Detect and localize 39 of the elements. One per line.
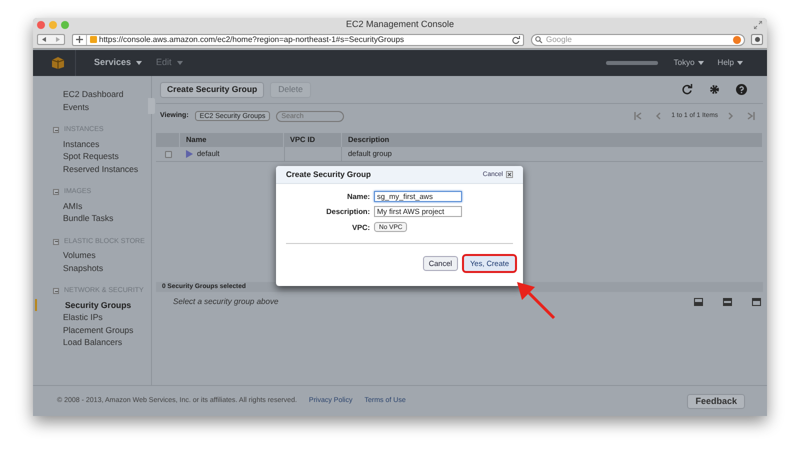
sidebar-item[interactable]: Spot Requests xyxy=(33,150,151,162)
fullscreen-icon[interactable] xyxy=(754,21,762,29)
sidebar-item[interactable]: EC2 Dashboard xyxy=(33,88,151,100)
close-icon[interactable] xyxy=(506,171,513,178)
blurred-account-name[interactable] xyxy=(606,61,658,65)
sidebar-item[interactable]: Security Groups xyxy=(35,298,151,311)
panel-layout-icon[interactable] xyxy=(694,298,703,306)
help-icon[interactable] xyxy=(736,84,747,95)
sidebar-item[interactable]: Events xyxy=(33,100,151,113)
sidebar-item[interactable]: Snapshots xyxy=(33,262,151,274)
sidebar-item[interactable]: Placement Groups xyxy=(33,324,151,336)
download-icon[interactable] xyxy=(751,34,763,46)
settings-icon[interactable] xyxy=(709,84,720,95)
window-title: EC2 Management Console xyxy=(346,18,454,32)
sidebar-item[interactable]: Elastic IPs xyxy=(33,311,151,324)
nav-menu[interactable]: Help xyxy=(718,57,734,69)
sidebar-item[interactable]: Reserved Instances xyxy=(33,162,151,175)
back-forward-buttons[interactable] xyxy=(37,34,65,46)
cube-logo-icon[interactable] xyxy=(51,56,65,70)
details-message: Select a security group above xyxy=(173,296,278,308)
nav-menu[interactable]: Services xyxy=(94,56,132,70)
sidebar-item[interactable]: Load Balancers xyxy=(33,336,151,348)
sidebar-item[interactable]: Bundle Tasks xyxy=(33,212,151,224)
caret-icon xyxy=(176,61,183,65)
toolbar-button[interactable]: Create Security Group xyxy=(160,82,264,98)
nav-menu[interactable]: Tokyo xyxy=(674,57,695,69)
caret-icon xyxy=(698,61,704,65)
refresh-icon[interactable] xyxy=(682,84,693,95)
sidebar-item[interactable]: Instances xyxy=(33,138,151,150)
panel-layout-icon[interactable] xyxy=(752,298,761,306)
dialog-title: Create Security Group xyxy=(286,168,371,180)
sidebar-item[interactable]: Volumes xyxy=(33,249,151,262)
panel-layout-icon[interactable] xyxy=(723,298,732,306)
annotation-arrow xyxy=(517,282,557,322)
caret-icon xyxy=(737,61,743,65)
sidebar-item[interactable]: AMIs xyxy=(33,200,151,212)
feedback-button[interactable]: Feedback xyxy=(687,394,745,408)
caret-icon xyxy=(136,61,142,65)
row-checkbox[interactable] xyxy=(164,150,172,158)
